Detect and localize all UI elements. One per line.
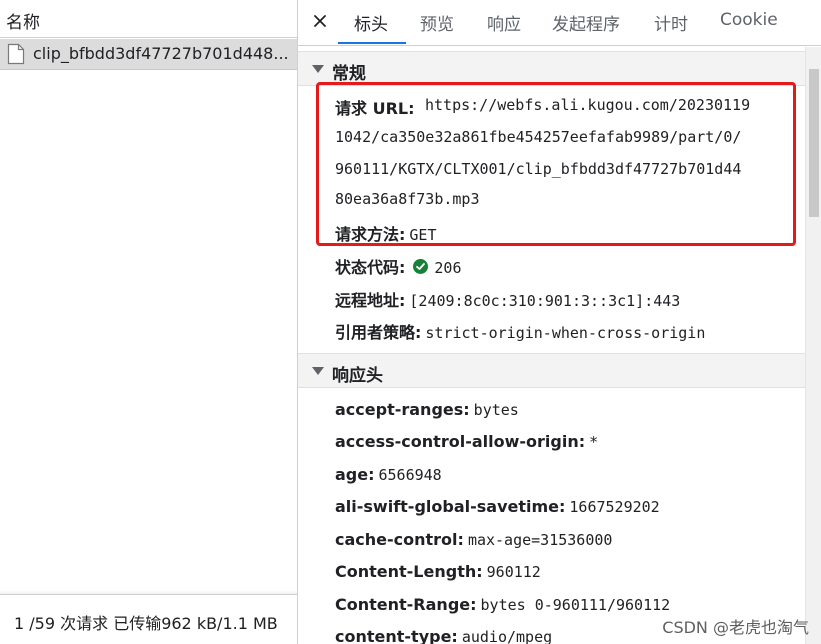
expand-triangle-icon [312, 367, 324, 375]
close-icon[interactable] [312, 13, 328, 29]
header-value: max-age=31536000 [467, 531, 613, 549]
response-header-row: Content-Range: bytes 0-960111/960112 [335, 595, 670, 614]
name-column-header[interactable]: 名称 [0, 0, 297, 38]
header-value: bytes 0-960111/960112 [480, 596, 671, 614]
response-headers-section-header[interactable]: 响应头 [298, 353, 805, 388]
active-tab-indicator [338, 42, 406, 44]
header-key: accept-ranges: [335, 400, 470, 419]
response-header-row: ali-swift-global-savetime: 1667529202 [335, 497, 660, 516]
response-header-row: Content-Length: 960112 [335, 562, 541, 581]
header-value: bytes [473, 401, 519, 419]
general-section-header[interactable]: 常规 [298, 51, 805, 86]
response-header-row: accept-ranges: bytes [335, 400, 519, 419]
status-ok-icon [413, 259, 429, 274]
request-name: clip_bfbdd3df47727b701d448... [33, 44, 289, 63]
remote-address-value: [2409:8c0c:310:901:3::3c1]:443 [409, 292, 681, 310]
details-tab-bar: 标头 预览 响应 发起程序 计时 Cookie [298, 0, 821, 46]
tab-timing[interactable]: 计时 [654, 10, 688, 35]
vertical-scrollbar[interactable] [805, 47, 821, 644]
tab-headers[interactable]: 标头 [354, 10, 388, 35]
response-headers-section-title: 响应头 [332, 366, 383, 386]
header-value: audio/mpeg [461, 628, 553, 644]
file-icon [7, 43, 25, 65]
referrer-policy-row: 引用者策略: strict-origin-when-cross-origin [335, 319, 705, 343]
header-key: Content-Length: [335, 562, 483, 581]
header-value: 1667529202 [569, 498, 660, 516]
status-code-row: 状态代码: 206 [335, 254, 462, 278]
header-key: age: [335, 465, 375, 484]
header-key: access-control-allow-origin: [335, 432, 586, 451]
status-code-label: 状态代码: [335, 258, 406, 277]
name-column-title: 名称 [6, 13, 40, 33]
tab-preview[interactable]: 预览 [420, 10, 454, 35]
referrer-policy-value: strict-origin-when-cross-origin [425, 324, 706, 342]
header-key: Content-Range: [335, 595, 477, 614]
status-bar: 1 /59 次请求 已传输962 kB/1.1 MB [0, 594, 297, 644]
header-key: ali-swift-global-savetime: [335, 497, 566, 516]
status-code-value: 206 [434, 259, 462, 277]
remote-address-row: 远程地址: [2409:8c0c:310:901:3::3c1]:443 [335, 287, 680, 311]
general-section-title: 常规 [332, 64, 366, 84]
watermark: CSDN @老虎也淘气 [662, 618, 809, 637]
tab-initiator[interactable]: 发起程序 [552, 10, 620, 35]
tab-response[interactable]: 响应 [487, 10, 521, 35]
request-list-pane: 名称 clip_bfbdd3df47727b701d448... 1 /59 次… [0, 0, 298, 644]
response-header-row: age: 6566948 [335, 465, 442, 484]
tab-cookies[interactable]: Cookie [720, 10, 778, 30]
header-key: content-type: [335, 627, 458, 644]
header-value: 960112 [486, 563, 541, 581]
expand-triangle-icon [312, 65, 324, 73]
header-key: cache-control: [335, 530, 464, 549]
request-summary: 1 /59 次请求 已传输962 kB/1.1 MB [14, 614, 278, 633]
headers-content: 常规 请求 URL: https://webfs.ali.kugou.com/2… [298, 47, 805, 644]
response-header-row: access-control-allow-origin: * [335, 432, 598, 451]
request-list-item[interactable]: clip_bfbdd3df47727b701d448... [0, 39, 297, 70]
request-details-pane: 标头 预览 响应 发起程序 计时 Cookie 常规 请求 URL: https… [298, 0, 821, 644]
response-header-row: cache-control: max-age=31536000 [335, 530, 612, 549]
highlight-annotation-box [316, 82, 796, 246]
response-header-row: content-type: audio/mpeg [335, 627, 552, 644]
header-value: 6566948 [378, 466, 442, 484]
referrer-policy-label: 引用者策略: [335, 323, 422, 342]
remote-address-label: 远程地址: [335, 291, 406, 310]
scrollbar-thumb[interactable] [809, 69, 819, 217]
header-value: * [589, 433, 599, 451]
